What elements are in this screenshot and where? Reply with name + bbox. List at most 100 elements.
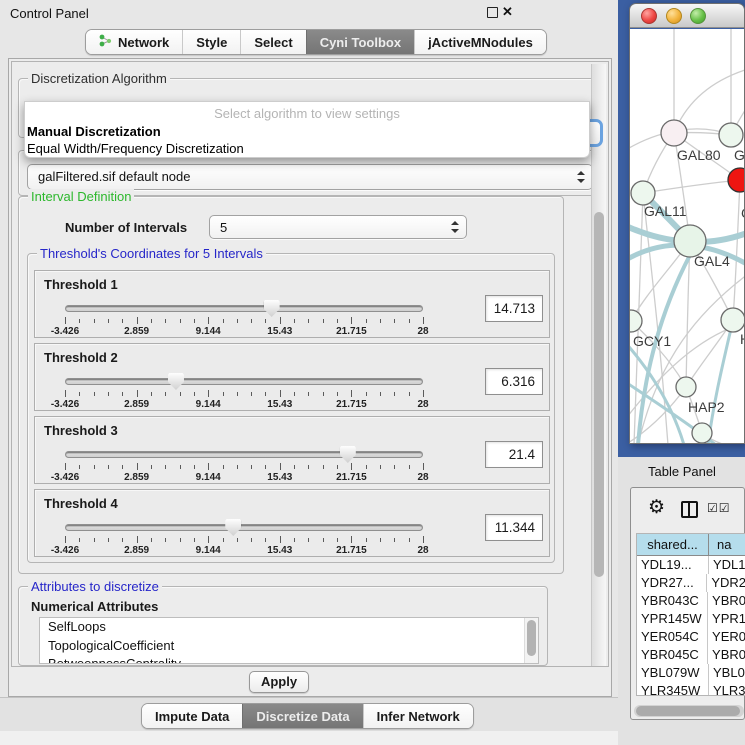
network-canvas[interactable]: GAL80G.CGAL11GAL4GCY1HHAP2	[630, 29, 745, 444]
table-data-combobox[interactable]: galFiltered.sif default node	[27, 164, 593, 190]
threshold-slider[interactable]: -3.4262.8599.14415.4321.71528	[65, 518, 423, 554]
slider-thumb[interactable]	[340, 446, 356, 463]
column-header-shared-name[interactable]: shared...	[637, 534, 709, 555]
name-cell[interactable]: YDR2	[707, 574, 745, 592]
network-node-HAP2[interactable]	[676, 377, 696, 397]
shared-name-cell[interactable]: YER054C	[637, 628, 708, 646]
threshold-slider[interactable]: -3.4262.8599.14415.4321.71528	[65, 299, 423, 335]
shared-name-cell[interactable]: YBR043C	[637, 592, 708, 610]
slider-track[interactable]	[65, 451, 423, 458]
threshold-value-input[interactable]: 14.713	[485, 295, 543, 322]
table-row[interactable]: YLR345WYLR3	[637, 682, 745, 696]
attribute-list-item[interactable]: SelfLoops	[40, 618, 538, 637]
node-label: C	[741, 205, 745, 221]
shared-name-cell[interactable]: YLR345W	[637, 682, 709, 696]
attribute-list-item[interactable]: TopologicalCoefficient	[40, 637, 538, 656]
network-node-node-red[interactable]	[728, 168, 745, 192]
panel-vertical-scrollbar[interactable]	[591, 64, 606, 666]
slider-tick-labels: -3.4262.8599.14415.4321.71528	[65, 472, 423, 484]
float-panel-icon[interactable]	[487, 7, 498, 18]
threshold-value-input[interactable]: 6.316	[485, 368, 543, 395]
attributes-scrollbar-thumb[interactable]	[527, 620, 536, 656]
tab-jactivemnodules[interactable]: jActiveMNodules	[414, 30, 546, 54]
network-node-node-h[interactable]	[721, 308, 745, 332]
network-node-GAL11[interactable]	[631, 181, 655, 205]
shared-name-cell[interactable]: YBR045C	[637, 646, 708, 664]
attribute-list-item[interactable]: BetweennessCentrality	[40, 655, 538, 664]
slider-track[interactable]	[65, 378, 423, 385]
number-of-intervals-spinner[interactable]: 5	[209, 215, 467, 239]
name-cell[interactable]: YER0	[708, 628, 745, 646]
spinner-arrows-icon	[451, 221, 458, 233]
window-zoom-button[interactable]	[690, 8, 706, 24]
threshold-slider[interactable]: -3.4262.8599.14415.4321.71528	[65, 445, 423, 481]
slider-track[interactable]	[65, 305, 423, 312]
table-row[interactable]: YBL079WYBL0	[637, 664, 745, 682]
table-horizontal-scrollbar[interactable]	[634, 705, 744, 717]
node-label: G.	[734, 147, 745, 163]
network-node-GCY1[interactable]	[630, 310, 642, 332]
shared-name-cell[interactable]: YPR145W	[637, 610, 708, 628]
name-cell[interactable]: YBR0	[708, 646, 745, 664]
slider-thumb[interactable]	[168, 373, 184, 390]
table-row[interactable]: YDL19...YDL1	[637, 556, 745, 574]
network-node-node-ne[interactable]	[719, 123, 743, 147]
name-cell[interactable]: YDL1	[709, 556, 745, 574]
slider-ticks	[65, 317, 423, 325]
network-node-node-bottom[interactable]	[692, 423, 712, 443]
checkbox-icons[interactable]: ☑☑	[707, 501, 731, 515]
interval-definition-group: Interval Definition Number of Intervals …	[18, 196, 564, 574]
tab-network[interactable]: Network	[86, 30, 182, 54]
tab-discretize-data[interactable]: Discretize Data	[242, 704, 362, 728]
gear-icon[interactable]: ⚙	[648, 496, 665, 519]
name-cell[interactable]: YBL0	[709, 664, 745, 682]
table-panel-title: Table Panel	[648, 464, 716, 479]
table-panel: ⚙ ☑☑ shared... na YDL19...YDL1YDR27...YD…	[630, 487, 745, 720]
table-data-value: galFiltered.sif default node	[38, 169, 190, 184]
window-close-button[interactable]	[641, 8, 657, 24]
attributes-group: Attributes to discretize Numerical Attri…	[18, 586, 548, 666]
tab-cyni-toolbox[interactable]: Cyni Toolbox	[306, 30, 414, 54]
column-header-name[interactable]: na	[709, 534, 745, 555]
threshold-coordinates-title: Threshold's Coordinates for 5 Intervals	[37, 246, 266, 261]
algorithm-option-manual[interactable]: Manual Discretization	[27, 124, 161, 139]
tab-style[interactable]: Style	[182, 30, 240, 54]
tab-select[interactable]: Select	[240, 30, 305, 54]
shared-name-cell[interactable]: YDL19...	[637, 556, 709, 574]
table-row[interactable]: YER054CYER0	[637, 628, 745, 646]
node-label: HAP2	[688, 399, 725, 415]
algorithm-option-equal-width[interactable]: Equal Width/Frequency Discretization	[27, 141, 244, 156]
tab-impute-data-label: Impute Data	[155, 709, 229, 724]
window-minimize-button[interactable]	[666, 8, 682, 24]
threshold-value-input[interactable]: 21.4	[485, 441, 543, 468]
apply-button[interactable]: Apply	[249, 671, 309, 693]
table-row[interactable]: YPR145WYPR1	[637, 610, 745, 628]
table-scrollbar-thumb[interactable]	[636, 706, 740, 716]
node-table: shared... na YDL19...YDL1YDR27...YDR2YBR…	[636, 533, 745, 696]
node-label: GAL80	[677, 147, 721, 163]
table-row[interactable]: YDR27...YDR2	[637, 574, 745, 592]
name-cell[interactable]: YBR0	[708, 592, 745, 610]
split-column-icon[interactable]	[681, 501, 698, 518]
slider-thumb[interactable]	[225, 519, 241, 536]
node-label: GAL11	[644, 203, 687, 219]
tab-impute-data[interactable]: Impute Data	[142, 704, 242, 728]
tab-infer-network[interactable]: Infer Network	[363, 704, 473, 728]
name-cell[interactable]: YLR3	[709, 682, 745, 696]
slider-track[interactable]	[65, 524, 423, 531]
name-cell[interactable]: YPR1	[708, 610, 745, 628]
node-label: GCY1	[633, 333, 671, 349]
close-icon[interactable]: ✕	[502, 4, 513, 20]
shared-name-cell[interactable]: YDR27...	[637, 574, 707, 592]
threshold-slider[interactable]: -3.4262.8599.14415.4321.71528	[65, 372, 423, 408]
threshold-value-input[interactable]: 11.344	[485, 514, 543, 541]
attributes-list-scrollbar[interactable]	[524, 618, 538, 664]
interval-definition-title: Interval Definition	[28, 189, 134, 204]
numerical-attributes-list[interactable]: SelfLoopsTopologicalCoefficientBetweenne…	[39, 617, 539, 664]
table-row[interactable]: YBR045CYBR0	[637, 646, 745, 664]
slider-thumb[interactable]	[264, 300, 280, 317]
network-node-GAL80[interactable]	[661, 120, 687, 146]
shared-name-cell[interactable]: YBL079W	[637, 664, 709, 682]
table-row[interactable]: YBR043CYBR0	[637, 592, 745, 610]
panel-scrollbar-thumb[interactable]	[594, 212, 604, 577]
